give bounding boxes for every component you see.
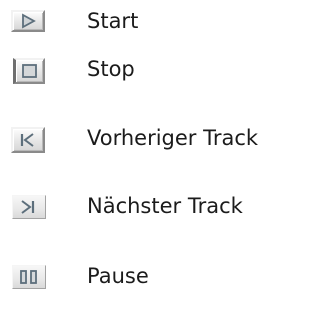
start-button-icon-frame [11, 10, 45, 32]
legend-label-previous-track: Vorheriger Track [87, 126, 259, 150]
next-track-icon [21, 200, 35, 214]
legend-label-start: Start [87, 9, 139, 33]
previous-track-button-icon-frame [11, 127, 45, 153]
legend-item-start: Start [0, 0, 306, 40]
stop-icon [22, 64, 37, 78]
pause-button-icon-frame [12, 265, 46, 289]
legend-item-next-track: Nächster Track [0, 185, 306, 225]
legend-item-stop: Stop [0, 48, 306, 88]
legend-label-next-track: Nächster Track [87, 194, 243, 218]
stop-button-icon-frame [13, 58, 45, 84]
legend-label-stop: Stop [87, 57, 135, 81]
play-icon [22, 13, 36, 29]
next-track-button-icon-frame [12, 195, 46, 219]
legend-label-pause: Pause [87, 264, 149, 288]
button-legend: Start Stop Vorheriger Track Nächster Tra… [0, 0, 306, 322]
legend-item-previous-track: Vorheriger Track [0, 117, 306, 157]
pause-icon [20, 270, 37, 284]
legend-item-pause: Pause [0, 255, 306, 295]
previous-track-icon [20, 133, 34, 147]
